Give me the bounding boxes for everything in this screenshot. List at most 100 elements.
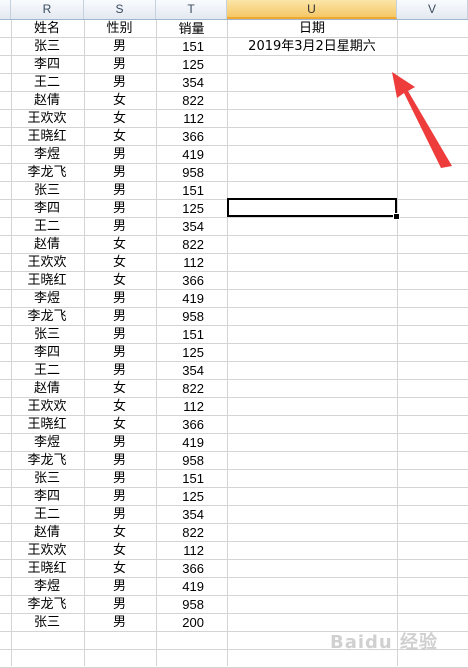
sex-cell[interactable]: 男 bbox=[84, 164, 155, 181]
sex-cell[interactable]: 男 bbox=[84, 614, 155, 631]
name-cell[interactable]: 张三 bbox=[11, 614, 83, 631]
qty-cell[interactable]: 151 bbox=[156, 182, 204, 199]
sex-cell[interactable]: 男 bbox=[84, 290, 155, 307]
sex-cell[interactable]: 女 bbox=[84, 236, 155, 253]
name-cell[interactable]: 李煜 bbox=[11, 290, 83, 307]
col-header-u[interactable]: U bbox=[227, 0, 397, 19]
qty-cell[interactable]: 125 bbox=[156, 200, 204, 217]
qty-cell[interactable]: 200 bbox=[156, 614, 204, 631]
sex-cell[interactable]: 女 bbox=[84, 560, 155, 577]
qty-cell[interactable]: 822 bbox=[156, 524, 204, 541]
name-cell[interactable]: 李四 bbox=[11, 344, 83, 361]
qty-cell[interactable]: 822 bbox=[156, 92, 204, 109]
name-cell[interactable]: 李煜 bbox=[11, 578, 83, 595]
header-name-cell[interactable]: 姓名 bbox=[11, 20, 83, 37]
name-cell[interactable]: 王欢欢 bbox=[11, 398, 83, 415]
qty-cell[interactable]: 354 bbox=[156, 218, 204, 235]
name-cell[interactable]: 李四 bbox=[11, 56, 83, 73]
name-cell[interactable]: 王二 bbox=[11, 506, 83, 523]
qty-cell[interactable]: 125 bbox=[156, 488, 204, 505]
name-cell[interactable]: 张三 bbox=[11, 326, 83, 343]
name-cell[interactable]: 李四 bbox=[11, 488, 83, 505]
col-header-r[interactable]: R bbox=[11, 0, 84, 19]
sex-cell[interactable]: 女 bbox=[84, 524, 155, 541]
qty-cell[interactable]: 419 bbox=[156, 578, 204, 595]
sex-cell[interactable]: 男 bbox=[84, 488, 155, 505]
sex-cell[interactable]: 男 bbox=[84, 74, 155, 91]
qty-cell[interactable]: 419 bbox=[156, 434, 204, 451]
sex-cell[interactable]: 女 bbox=[84, 110, 155, 127]
qty-cell[interactable]: 112 bbox=[156, 254, 204, 271]
name-cell[interactable]: 李龙飞 bbox=[11, 452, 83, 469]
qty-cell[interactable]: 125 bbox=[156, 344, 204, 361]
sex-cell[interactable]: 男 bbox=[84, 146, 155, 163]
qty-cell[interactable]: 419 bbox=[156, 290, 204, 307]
sex-cell[interactable]: 女 bbox=[84, 92, 155, 109]
qty-cell[interactable]: 112 bbox=[156, 542, 204, 559]
qty-cell[interactable]: 958 bbox=[156, 164, 204, 181]
sex-cell[interactable]: 男 bbox=[84, 470, 155, 487]
sex-cell[interactable]: 男 bbox=[84, 452, 155, 469]
col-header-t[interactable]: T bbox=[156, 0, 227, 19]
name-cell[interactable]: 李四 bbox=[11, 200, 83, 217]
sex-cell[interactable]: 女 bbox=[84, 380, 155, 397]
name-cell[interactable]: 张三 bbox=[11, 38, 83, 55]
qty-cell[interactable]: 125 bbox=[156, 56, 204, 73]
qty-cell[interactable]: 112 bbox=[156, 398, 204, 415]
name-cell[interactable]: 李煜 bbox=[11, 146, 83, 163]
name-cell[interactable]: 王晓红 bbox=[11, 560, 83, 577]
header-qty-cell[interactable]: 销量 bbox=[156, 20, 227, 37]
name-cell[interactable]: 李龙飞 bbox=[11, 164, 83, 181]
name-cell[interactable]: 王欢欢 bbox=[11, 110, 83, 127]
name-cell[interactable]: 赵倩 bbox=[11, 92, 83, 109]
sex-cell[interactable]: 男 bbox=[84, 200, 155, 217]
qty-cell[interactable]: 151 bbox=[156, 38, 204, 55]
sex-cell[interactable]: 男 bbox=[84, 182, 155, 199]
sex-cell[interactable]: 男 bbox=[84, 506, 155, 523]
name-cell[interactable]: 张三 bbox=[11, 182, 83, 199]
sex-cell[interactable]: 女 bbox=[84, 254, 155, 271]
qty-cell[interactable]: 366 bbox=[156, 416, 204, 433]
sex-cell[interactable]: 男 bbox=[84, 56, 155, 73]
header-date-cell[interactable]: 日期 bbox=[228, 20, 396, 37]
sex-cell[interactable]: 女 bbox=[84, 416, 155, 433]
name-cell[interactable]: 李煜 bbox=[11, 434, 83, 451]
col-header-s[interactable]: S bbox=[84, 0, 156, 19]
name-cell[interactable]: 王晓红 bbox=[11, 272, 83, 289]
qty-cell[interactable]: 822 bbox=[156, 380, 204, 397]
qty-cell[interactable]: 151 bbox=[156, 470, 204, 487]
name-cell[interactable]: 张三 bbox=[11, 470, 83, 487]
sex-cell[interactable]: 女 bbox=[84, 272, 155, 289]
sex-cell[interactable]: 女 bbox=[84, 542, 155, 559]
qty-cell[interactable]: 354 bbox=[156, 506, 204, 523]
sex-cell[interactable]: 男 bbox=[84, 344, 155, 361]
qty-cell[interactable]: 419 bbox=[156, 146, 204, 163]
name-cell[interactable]: 赵倩 bbox=[11, 380, 83, 397]
name-cell[interactable]: 赵倩 bbox=[11, 524, 83, 541]
qty-cell[interactable]: 958 bbox=[156, 452, 204, 469]
sex-cell[interactable]: 女 bbox=[84, 398, 155, 415]
name-cell[interactable]: 赵倩 bbox=[11, 236, 83, 253]
name-cell[interactable]: 王欢欢 bbox=[11, 542, 83, 559]
name-cell[interactable]: 李龙飞 bbox=[11, 308, 83, 325]
name-cell[interactable]: 李龙飞 bbox=[11, 596, 83, 613]
sex-cell[interactable]: 男 bbox=[84, 38, 155, 55]
name-cell[interactable]: 王二 bbox=[11, 362, 83, 379]
sex-cell[interactable]: 男 bbox=[84, 578, 155, 595]
name-cell[interactable]: 王二 bbox=[11, 74, 83, 91]
header-sex-cell[interactable]: 性别 bbox=[84, 20, 155, 37]
col-header-v[interactable]: V bbox=[397, 0, 468, 19]
sex-cell[interactable]: 女 bbox=[84, 128, 155, 145]
cell-grid[interactable]: 姓名 性别 销量 日期 张三男 151 2019年3月2日星期六 李四男 125 王二男 3… bbox=[0, 20, 468, 668]
qty-cell[interactable]: 354 bbox=[156, 362, 204, 379]
sex-cell[interactable]: 男 bbox=[84, 434, 155, 451]
qty-cell[interactable]: 958 bbox=[156, 308, 204, 325]
sex-cell[interactable]: 男 bbox=[84, 362, 155, 379]
name-cell[interactable]: 王晓红 bbox=[11, 416, 83, 433]
sex-cell[interactable]: 男 bbox=[84, 218, 155, 235]
active-cell-selection[interactable] bbox=[227, 198, 397, 217]
qty-cell[interactable]: 822 bbox=[156, 236, 204, 253]
qty-cell[interactable]: 112 bbox=[156, 110, 204, 127]
name-cell[interactable]: 王晓红 bbox=[11, 128, 83, 145]
qty-cell[interactable]: 366 bbox=[156, 128, 204, 145]
